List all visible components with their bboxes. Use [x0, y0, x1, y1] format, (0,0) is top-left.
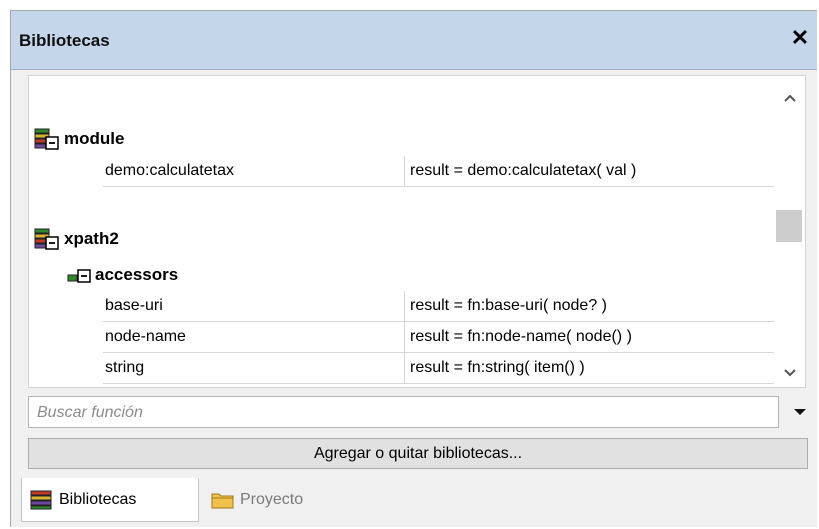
function-list: module demo:calculatetax result = demo:c… [28, 75, 806, 388]
group-row-module[interactable]: module [34, 126, 124, 152]
function-signature: result = fn:string( item() ) [410, 359, 585, 376]
books-icon [30, 490, 52, 509]
panel-tabs: Bibliotecas Proyecto [11, 478, 817, 528]
search-input[interactable] [35, 400, 769, 426]
search-field[interactable] [28, 396, 779, 428]
folder-icon [211, 493, 234, 509]
library-group-icon [34, 128, 59, 150]
subgroup-label: accessors [95, 265, 179, 284]
function-name: demo:calculatetax [103, 156, 405, 186]
table-row[interactable]: demo:calculatetax result = demo:calculat… [103, 156, 775, 187]
close-icon[interactable]: ✕ [789, 27, 811, 49]
table-row[interactable]: string result = fn:string( item() ) [103, 353, 775, 384]
libraries-panel: Bibliotecas ✕ module demo:calculatetax r… [10, 10, 817, 527]
search-dropdown-button[interactable] [788, 396, 812, 428]
vertical-scrollbar[interactable] [774, 76, 805, 387]
function-signature: result = fn:node-name( node() ) [410, 328, 632, 345]
chevron-up-icon[interactable] [774, 86, 805, 110]
subgroup-row-accessors[interactable]: accessors [67, 262, 178, 288]
panel-title: Bibliotecas [19, 31, 110, 50]
group-label: module [64, 129, 125, 148]
triangle-down-icon [794, 409, 806, 415]
table-row[interactable]: node-name result = fn:node-name( node() … [103, 322, 775, 353]
panel-titlebar: Bibliotecas ✕ [11, 11, 817, 70]
add-remove-libraries-button[interactable]: Agregar o quitar bibliotecas... [28, 438, 808, 469]
tab-label: Bibliotecas [59, 490, 137, 508]
function-name: string [103, 353, 405, 383]
function-signature: result = fn:base-uri( node? ) [410, 297, 607, 314]
table-row[interactable]: base-uri result = fn:base-uri( node? ) [103, 291, 775, 322]
function-group-icon [67, 269, 91, 283]
group-row-xpath2[interactable]: xpath2 [34, 226, 119, 252]
function-signature: result = demo:calculatetax( val ) [410, 162, 637, 179]
function-name: node-name [103, 322, 405, 352]
scrollbar-thumb[interactable] [776, 210, 802, 242]
tab-libraries[interactable]: Bibliotecas [21, 478, 199, 522]
library-group-icon [34, 228, 59, 250]
chevron-down-icon[interactable] [774, 361, 805, 385]
function-name: base-uri [103, 291, 405, 321]
tab-label: Proyecto [240, 491, 304, 508]
tab-project[interactable]: Proyecto [207, 478, 303, 522]
group-label: xpath2 [64, 229, 119, 248]
